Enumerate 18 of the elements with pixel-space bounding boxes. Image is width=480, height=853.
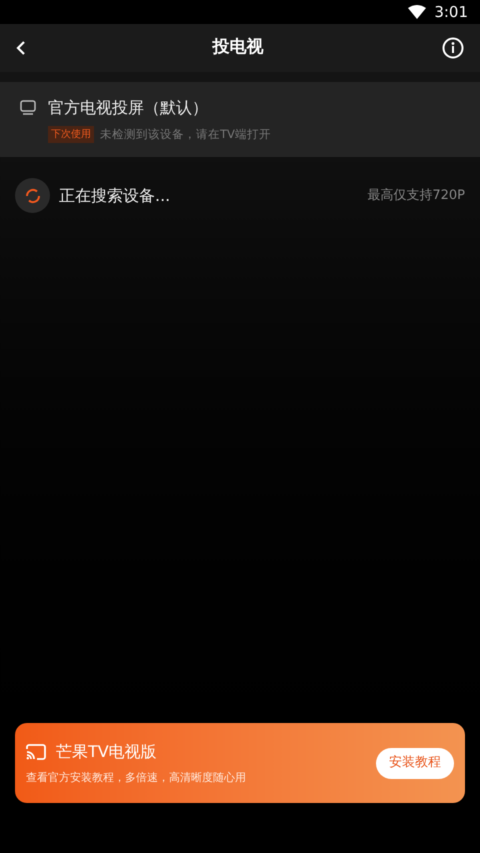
wifi-icon [408, 5, 426, 19]
device-card[interactable]: 官方电视投屏（默认） 下次使用 未检测到该设备，请在TV端打开 [0, 82, 480, 157]
search-status: 正在搜索设备... [59, 184, 172, 206]
info-button[interactable] [442, 37, 464, 59]
cast-icon [26, 744, 46, 760]
device-name: 官方电视投屏（默认） [48, 96, 208, 119]
tv-icon [20, 100, 36, 116]
banner-title: 芒果TV电视版 [56, 740, 157, 763]
clock: 3:01 [434, 2, 468, 23]
resolution-note: 最高仅支持720P [367, 186, 465, 205]
info-icon [442, 37, 464, 59]
device-hint: 未检测到该设备，请在TV端打开 [100, 126, 271, 143]
page-title: 投电视 [212, 36, 264, 60]
back-icon [16, 40, 26, 56]
install-guide-button[interactable]: 安装教程 [376, 748, 454, 778]
tag: 下次使用 [48, 126, 94, 143]
refresh-icon [15, 178, 50, 213]
banner-subtitle: 查看官方安装教程，多倍速，高清晰度随心用 [26, 770, 246, 786]
